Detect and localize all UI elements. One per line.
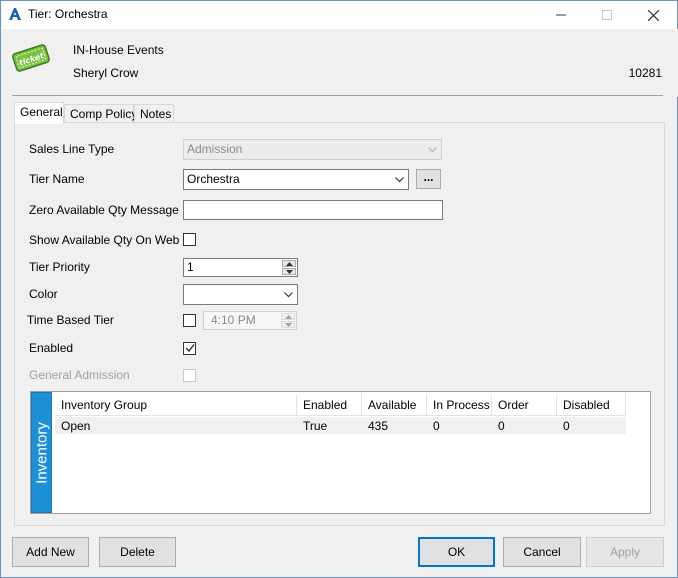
- close-icon: [647, 9, 659, 21]
- sales-line-type-select[interactable]: Admission: [183, 139, 442, 160]
- enabled-label: Enabled: [29, 341, 74, 355]
- chevron-down-icon: [428, 147, 437, 153]
- general-panel: Sales Line Type Admission Tier Name Orch…: [14, 122, 665, 526]
- general-admission-label: General Admission: [29, 368, 130, 382]
- general-admission-checkbox[interactable]: [183, 369, 196, 382]
- sales-line-type-value: Admission: [187, 142, 243, 156]
- cell-order: 0: [498, 419, 505, 433]
- tier-priority-value: 1: [187, 260, 194, 274]
- tier-priority-stepper[interactable]: 1: [183, 258, 298, 277]
- tier-name-value: Orchestra: [187, 172, 240, 186]
- cell-disabled: 0: [563, 419, 570, 433]
- cancel-button[interactable]: Cancel: [503, 537, 581, 567]
- apply-button[interactable]: Apply: [586, 537, 664, 567]
- delete-button[interactable]: Delete: [99, 537, 176, 567]
- time-based-tier-checkbox[interactable]: [183, 314, 196, 327]
- caret-down-icon: [284, 322, 292, 327]
- column-header-in-process[interactable]: In Process: [427, 394, 492, 416]
- column-header-order[interactable]: Order: [492, 394, 557, 416]
- time-spin-down-button[interactable]: [281, 321, 295, 328]
- spin-up-button[interactable]: [282, 260, 296, 267]
- event-id: 10281: [628, 66, 662, 80]
- performer-name: Sheryl Crow: [73, 66, 139, 80]
- color-select[interactable]: [183, 284, 298, 305]
- cell-in-process: 0: [433, 419, 440, 433]
- chevron-down-icon: [395, 177, 404, 183]
- header-divider: [12, 95, 663, 96]
- cell-available: 435: [368, 419, 389, 433]
- add-new-button[interactable]: Add New: [12, 537, 89, 567]
- sales-line-type-label: Sales Line Type: [29, 142, 115, 156]
- tab-comp-policy[interactable]: Comp Policy: [64, 104, 137, 124]
- spin-down-button[interactable]: [282, 268, 296, 275]
- time-based-tier-label: Time Based Tier: [27, 313, 114, 327]
- tier-name-label: Tier Name: [29, 172, 85, 186]
- close-button[interactable]: [630, 1, 676, 29]
- cell-enabled: True: [303, 419, 328, 433]
- time-spin-buttons: [281, 313, 295, 328]
- show-qty-web-label: Show Available Qty On Web: [29, 233, 180, 247]
- column-header-inventory-group[interactable]: Inventory Group: [55, 394, 297, 416]
- zero-qty-message-label: Zero Available Qty Message: [29, 203, 179, 217]
- maximize-icon: [602, 10, 612, 20]
- maximize-button[interactable]: [584, 1, 630, 29]
- color-label: Color: [29, 287, 58, 301]
- event-header: ticket IN-House Events Sheryl Crow 10281: [2, 29, 678, 97]
- tier-priority-spin-buttons: [282, 260, 296, 275]
- checkmark-icon: [185, 344, 195, 352]
- inventory-grid[interactable]: Inventory Group Enabled Available In Pro…: [55, 394, 648, 512]
- tier-dialog: Tier: Orchestra ticket IN-House Events S…: [0, 0, 678, 578]
- caret-down-icon: [285, 269, 293, 274]
- ticket-icon: ticket: [12, 44, 50, 72]
- event-name: IN-House Events: [73, 43, 164, 57]
- time-spin-up-button[interactable]: [281, 313, 295, 320]
- table-row[interactable]: Open True 435 0 0 0: [55, 417, 626, 434]
- caret-up-icon: [285, 261, 293, 266]
- tab-general[interactable]: General: [14, 102, 64, 124]
- ok-button[interactable]: OK: [418, 537, 495, 567]
- tab-notes[interactable]: Notes: [134, 104, 174, 124]
- time-value: 4:10 PM: [211, 313, 256, 327]
- inventory-section: Inventory Inventory Group Enabled Availa…: [30, 391, 651, 514]
- caret-up-icon: [284, 314, 292, 319]
- minimize-button[interactable]: [538, 1, 584, 29]
- cell-inventory-group: Open: [61, 419, 91, 433]
- column-header-enabled[interactable]: Enabled: [297, 394, 362, 416]
- window-title: Tier: Orchestra: [28, 7, 108, 21]
- minimize-icon: [556, 14, 566, 16]
- title-bar[interactable]: Tier: Orchestra: [1, 1, 677, 29]
- inventory-tab[interactable]: Inventory: [31, 392, 52, 513]
- inventory-tab-label: Inventory: [33, 421, 50, 484]
- inventory-grid-header: Inventory Group Enabled Available In Pro…: [55, 394, 626, 416]
- column-header-disabled[interactable]: Disabled: [557, 394, 626, 416]
- show-qty-web-checkbox[interactable]: [183, 233, 196, 246]
- zero-qty-message-input[interactable]: [183, 200, 443, 220]
- time-based-tier-time[interactable]: 4:10 PM: [203, 311, 297, 330]
- enabled-checkbox[interactable]: [183, 342, 196, 355]
- chevron-down-icon: [284, 292, 293, 298]
- tier-priority-label: Tier Priority: [29, 260, 90, 274]
- app-logo-icon: [9, 8, 21, 20]
- tier-name-select[interactable]: Orchestra: [183, 169, 409, 190]
- tier-name-more-button[interactable]: ...: [416, 169, 441, 189]
- column-header-available[interactable]: Available: [362, 394, 427, 416]
